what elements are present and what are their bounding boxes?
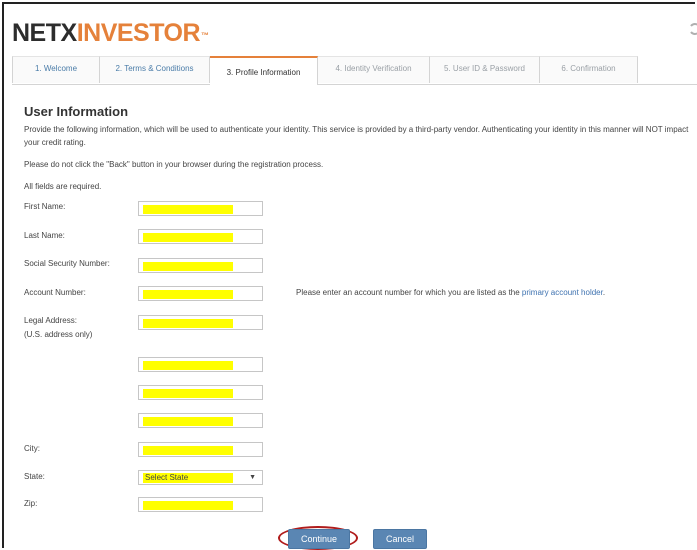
- city-label: City:: [24, 444, 40, 453]
- state-select[interactable]: Select State ▼: [138, 470, 263, 485]
- netx-investor-logo: NETXINVESTOR™: [12, 18, 209, 48]
- tab-user-id-password: 5. User ID & Password: [430, 56, 540, 83]
- wizard-tabs: 1. Welcome 2. Terms & Conditions 3. Prof…: [12, 56, 697, 85]
- tab-identity-verification: 4. Identity Verification: [318, 56, 430, 83]
- zip-label: Zip:: [24, 499, 38, 508]
- ssn-label: Social Security Number:: [24, 259, 110, 268]
- redaction-highlight: [143, 233, 233, 242]
- redaction-highlight: [143, 389, 233, 398]
- legal-address-line1-input[interactable]: [138, 315, 263, 330]
- tab-confirmation: 6. Confirmation: [540, 56, 638, 83]
- legal-address-label: Legal Address:: [24, 316, 77, 325]
- tab-terms-conditions[interactable]: 2. Terms & Conditions: [100, 56, 210, 83]
- chevron-down-icon: ▼: [249, 474, 256, 481]
- redaction-highlight: [143, 319, 233, 328]
- intro-text: Provide the following information, which…: [24, 125, 689, 147]
- continue-button[interactable]: Continue: [288, 529, 350, 549]
- tab-profile-information[interactable]: 3. Profile Information: [210, 56, 318, 85]
- redaction-highlight: [143, 290, 233, 299]
- last-name-input[interactable]: [138, 229, 263, 244]
- section-title: User Information: [24, 104, 129, 119]
- account-note-end: .: [602, 288, 606, 297]
- redaction-highlight: [143, 417, 233, 426]
- form-intro: User Information Provide the following i…: [24, 104, 694, 193]
- back-warning-text: Please do not click the "Back" button in…: [24, 160, 324, 169]
- redaction-highlight: [143, 361, 233, 370]
- redaction-highlight: [143, 205, 233, 214]
- required-note: All fields are required.: [24, 182, 102, 191]
- logo-netx: NETX: [12, 19, 77, 47]
- account-note-text: Please enter an account number for which…: [296, 288, 522, 297]
- primary-account-holder-link[interactable]: primary account holder: [522, 288, 603, 297]
- redaction-highlight: [143, 446, 233, 455]
- account-number-input[interactable]: [138, 286, 263, 301]
- state-select-value: Select State: [143, 473, 233, 483]
- logo-investor: INVESTOR: [76, 19, 201, 47]
- account-number-label: Account Number:: [24, 288, 86, 297]
- logo-trademark: ™: [201, 31, 209, 40]
- tab-welcome[interactable]: 1. Welcome: [12, 56, 100, 83]
- last-name-label: Last Name:: [24, 231, 65, 240]
- legal-address-note: (U.S. address only): [24, 330, 93, 339]
- state-label: State:: [24, 472, 45, 481]
- legal-address-line3-input[interactable]: [138, 385, 263, 400]
- legal-address-line4-input[interactable]: [138, 413, 263, 428]
- redaction-highlight: [143, 501, 233, 510]
- redaction-highlight: [143, 262, 233, 271]
- cancel-button[interactable]: Cancel: [373, 529, 427, 549]
- gear-icon[interactable]: [689, 22, 697, 36]
- first-name-input[interactable]: [138, 201, 263, 216]
- legal-address-line2-input[interactable]: [138, 357, 263, 372]
- ssn-input[interactable]: [138, 258, 263, 273]
- zip-input[interactable]: [138, 497, 263, 512]
- city-input[interactable]: [138, 442, 263, 457]
- first-name-label: First Name:: [24, 202, 66, 211]
- account-number-note: Please enter an account number for which…: [296, 288, 605, 297]
